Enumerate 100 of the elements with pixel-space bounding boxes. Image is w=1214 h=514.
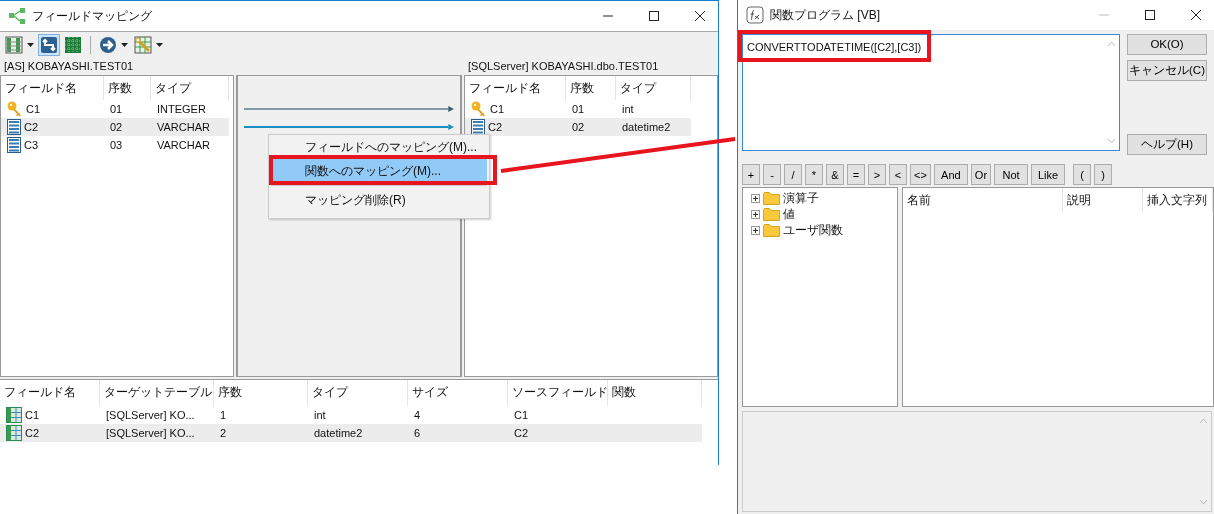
operator-button[interactable]: =: [847, 164, 865, 185]
column-header[interactable]: タイプ: [616, 76, 691, 100]
column-header[interactable]: フィールド名: [1, 76, 104, 100]
tree-node[interactable]: 演算子: [743, 190, 897, 206]
expand-icon[interactable]: [751, 193, 760, 203]
toolbar-button[interactable]: [3, 34, 36, 56]
column-header[interactable]: 関数: [608, 380, 702, 406]
column-header[interactable]: ターゲットテーブル: [100, 380, 214, 406]
dialog-button[interactable]: ヘルプ(H): [1127, 134, 1207, 155]
column-header[interactable]: 序数: [214, 380, 308, 406]
table-row[interactable]: C2 [SQLServer] KO... 2 datetime2 6 C2: [0, 424, 702, 442]
folder-icon: [763, 207, 780, 221]
toolbar-button[interactable]: [132, 34, 165, 56]
operator-button[interactable]: <>: [910, 164, 931, 185]
column-icon: [471, 119, 485, 135]
toolbar-button[interactable]: [38, 34, 60, 56]
maximize-icon[interactable]: [1144, 9, 1156, 21]
column-header[interactable]: フィールド名: [465, 76, 566, 100]
expand-icon[interactable]: [751, 225, 760, 235]
menu-item[interactable]: フィールドへのマッピング(M)...: [271, 135, 487, 159]
mapping-arrow[interactable]: [244, 106, 454, 112]
operator-button[interactable]: Not: [994, 164, 1029, 185]
table-cell: INTEGER: [157, 103, 206, 115]
table-cell: C2: [488, 121, 503, 133]
target-table-title: [SQLServer] KOBAYASHI.dbo.TEST01: [467, 59, 660, 74]
window-title: 関数プログラム [VB]: [770, 6, 881, 24]
table-cell: 4: [414, 409, 421, 421]
menu-item[interactable]: 関数へのマッピング(M)...: [271, 159, 487, 183]
field-row[interactable]: C2 02 datetime2: [465, 118, 691, 136]
operator-button[interactable]: <: [889, 164, 907, 185]
window-title: フィールドマッピング: [32, 7, 153, 25]
operator-button[interactable]: *: [805, 164, 823, 185]
expand-icon[interactable]: [751, 209, 760, 219]
column-header[interactable]: 挿入文字列: [1143, 188, 1213, 212]
column-header[interactable]: サイズ: [408, 380, 508, 406]
table-cell: 1: [220, 409, 227, 421]
column-icon: [7, 137, 21, 153]
operator-button[interactable]: &: [826, 164, 844, 185]
operator-button[interactable]: And: [933, 164, 968, 185]
function-app-icon: [746, 6, 764, 24]
table-cell: C1: [490, 103, 505, 115]
close-icon[interactable]: [694, 10, 706, 22]
tree-node[interactable]: 値: [743, 206, 897, 222]
column-header[interactable]: 名前: [903, 188, 1063, 212]
table-icon: [6, 407, 22, 423]
dialog-button[interactable]: OK(O): [1127, 34, 1207, 55]
field-row[interactable]: C1 01 INTEGER: [1, 100, 229, 118]
tree-label: 値: [783, 205, 795, 223]
table-cell: VARCHAR: [157, 139, 210, 151]
field-row[interactable]: C2 02 VARCHAR: [1, 118, 229, 136]
table-cell: C3: [24, 139, 39, 151]
table-cell: 6: [414, 427, 421, 439]
operator-button[interactable]: (: [1073, 164, 1092, 185]
table-cell: 03: [110, 139, 123, 151]
table-cell: 2: [220, 427, 227, 439]
mapping-icon: [40, 36, 58, 54]
key-icon: [471, 101, 487, 117]
table-icon: [6, 425, 22, 441]
operator-button[interactable]: Like: [1031, 164, 1066, 185]
maximize-icon[interactable]: [648, 10, 660, 22]
operator-button[interactable]: /: [784, 164, 802, 185]
column-header[interactable]: フィールド名: [0, 380, 100, 406]
column-header[interactable]: 序数: [104, 76, 151, 100]
toolbar-button[interactable]: [62, 34, 84, 56]
operator-button[interactable]: -: [763, 164, 781, 185]
table-cell: int: [622, 103, 634, 115]
field-row[interactable]: C3 03 VARCHAR: [1, 136, 229, 154]
operator-button[interactable]: >: [868, 164, 886, 185]
table-cell: C2: [25, 427, 40, 439]
arrow-circle-icon: [99, 36, 117, 54]
table-cell: C2: [514, 427, 529, 439]
folder-icon: [763, 191, 780, 205]
table-cell: 01: [572, 103, 585, 115]
dialog-button[interactable]: キャンセル(C): [1127, 59, 1207, 81]
expression-text: CONVERTTODATETIME([C2],[C3]): [747, 41, 922, 53]
table-row[interactable]: C1 [SQLServer] KO... 1 int 4 C1: [0, 406, 702, 424]
field-row[interactable]: C1 01 int: [465, 100, 691, 118]
table-cell: [SQLServer] KO...: [106, 427, 195, 439]
table-cell: C1: [514, 409, 529, 421]
tree-label: ユーザ関数: [783, 221, 843, 239]
column-header[interactable]: ソースフィールド: [508, 380, 608, 406]
column-header[interactable]: タイプ: [151, 76, 229, 100]
mapping-arrow[interactable]: [244, 124, 454, 130]
column-header[interactable]: タイプ: [308, 380, 408, 406]
table-cell: VARCHAR: [157, 121, 210, 133]
table-cell: [SQLServer] KO...: [106, 409, 195, 421]
table-cell: 02: [572, 121, 585, 133]
wand-icon: [134, 36, 152, 54]
table-cell: 02: [110, 121, 123, 133]
table-cell: datetime2: [622, 121, 671, 133]
grid-icon: [64, 36, 82, 54]
operator-button[interactable]: +: [742, 164, 760, 185]
menu-item[interactable]: マッピング削除(R): [271, 188, 487, 212]
column-header[interactable]: 説明: [1063, 188, 1143, 212]
operator-button[interactable]: Or: [970, 164, 992, 185]
close-icon[interactable]: [1190, 9, 1202, 21]
toolbar-button[interactable]: [97, 34, 130, 56]
operator-button[interactable]: ): [1094, 164, 1113, 185]
column-header[interactable]: 序数: [566, 76, 616, 100]
tree-node[interactable]: ユーザ関数: [743, 222, 897, 238]
